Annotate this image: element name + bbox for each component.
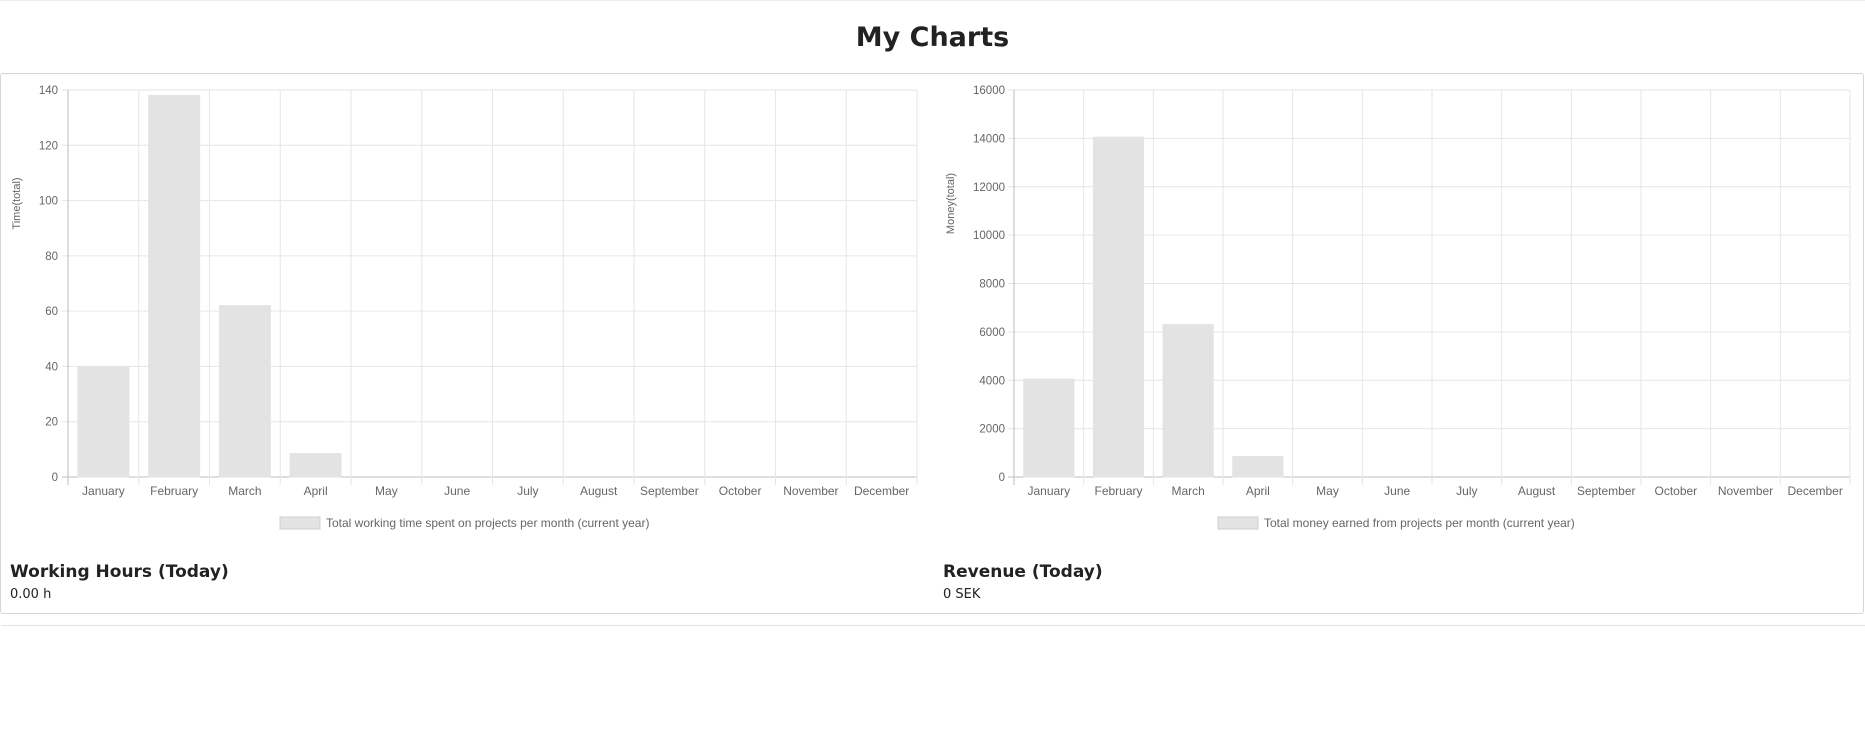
x-tick-label: November [1718, 484, 1773, 498]
working-hours-title: Working Hours (Today) [10, 562, 229, 582]
bar-january[interactable] [77, 365, 130, 478]
x-tick-label: August [1518, 484, 1556, 498]
x-tick-label: February [150, 484, 198, 498]
y-axis-title: Money(total) [945, 173, 957, 234]
y-tick-label: 0 [999, 472, 1005, 484]
bar-march[interactable] [1162, 324, 1214, 478]
y-tick-label: 4000 [979, 375, 1005, 387]
x-tick-label: September [1577, 484, 1636, 498]
revenue-chart: 0 2000 4000 6000 8000 10000 12000 14000 16000 Jan… [945, 85, 1851, 530]
y-tick-label: 0 [52, 472, 58, 484]
y-tick-label: 60 [45, 306, 58, 318]
legend-label[interactable]: Total working time spent on projects per… [326, 516, 649, 530]
x-tick-label: November [783, 484, 838, 498]
card-divider [1, 625, 1865, 626]
y-tick-label: 10000 [973, 230, 1005, 242]
legend-label[interactable]: Total money earned from projects per mon… [1264, 516, 1575, 530]
x-tick-label: April [1246, 484, 1270, 498]
x-tick-label: May [1316, 484, 1339, 498]
x-tick-label: May [375, 484, 398, 498]
y-tick-label: 6000 [979, 327, 1005, 339]
revenue-title: Revenue (Today) [943, 562, 1103, 582]
bar-march[interactable] [218, 305, 271, 478]
revenue-value: 0 SEK [943, 587, 981, 602]
y-tick-label: 2000 [979, 424, 1005, 436]
bar-april[interactable] [289, 453, 342, 478]
bar-february[interactable] [148, 95, 201, 478]
y-tick-label: 16000 [973, 85, 1005, 97]
x-tick-label: December [1787, 484, 1842, 498]
bar-april[interactable] [1232, 455, 1284, 478]
x-tick-label: July [517, 484, 538, 498]
x-tick-label: September [640, 484, 699, 498]
y-tick-label: 12000 [973, 182, 1005, 194]
y-tick-label: 40 [45, 361, 58, 373]
y-tick-label: 20 [45, 417, 58, 429]
bar-february[interactable] [1092, 136, 1145, 478]
working-time-chart: 0 20 40 60 80 100 120 140 January February March Ap… [11, 85, 918, 530]
y-tick-label: 120 [39, 140, 58, 152]
y-tick-label: 8000 [979, 279, 1005, 291]
legend-swatch[interactable] [279, 516, 321, 530]
y-tick-label: 14000 [973, 133, 1005, 145]
working-hours-stat: Working Hours (Today) 0.00 h [10, 562, 229, 602]
x-tick-label: June [444, 484, 470, 498]
x-tick-label: July [1456, 484, 1477, 498]
legend-swatch[interactable] [1217, 516, 1259, 530]
x-tick-label: January [82, 484, 125, 498]
working-hours-value: 0.00 h [10, 587, 52, 602]
x-tick-label: April [304, 484, 328, 498]
x-tick-label: October [719, 484, 762, 498]
x-tick-label: February [1094, 484, 1142, 498]
bar-january[interactable] [1023, 378, 1075, 478]
x-tick-label: June [1384, 484, 1410, 498]
y-tick-label: 100 [39, 196, 58, 208]
x-tick-label: January [1027, 484, 1070, 498]
revenue-stat: Revenue (Today) 0 SEK [943, 562, 1103, 602]
y-tick-label: 80 [45, 251, 58, 263]
x-tick-label: March [1171, 484, 1204, 498]
top-border [0, 0, 1865, 1]
x-tick-label: August [580, 484, 618, 498]
x-tick-label: March [228, 484, 261, 498]
page-title: My Charts [855, 22, 1010, 53]
y-tick-label: 140 [39, 85, 58, 97]
x-tick-label: December [854, 484, 909, 498]
y-axis-title: Time(total) [11, 177, 23, 229]
x-tick-label: October [1654, 484, 1697, 498]
